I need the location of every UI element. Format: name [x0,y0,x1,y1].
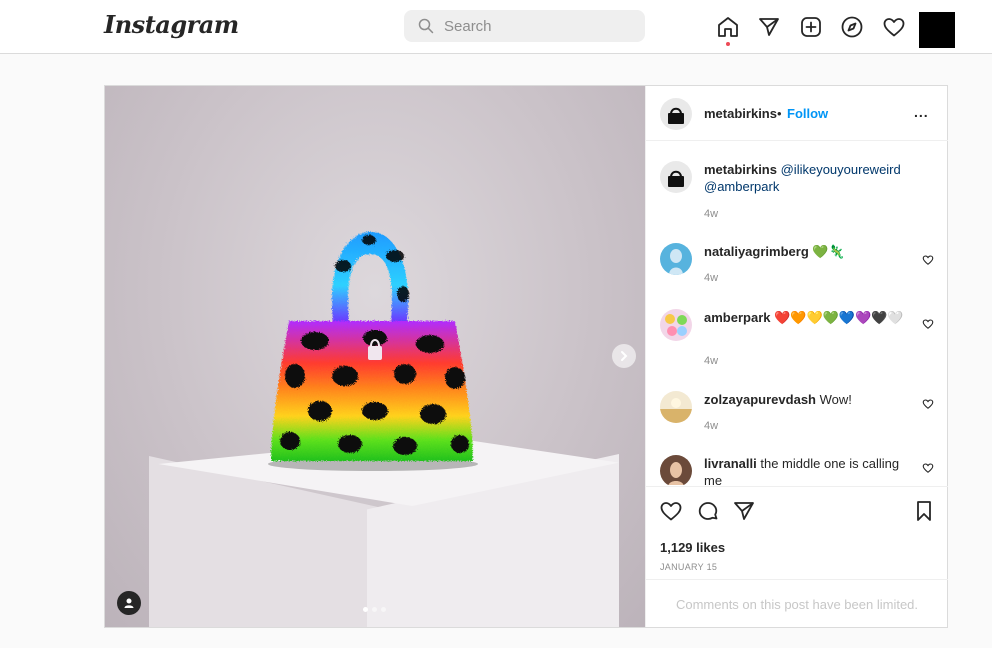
comments-limited-notice: Comments on this post have been limited. [646,579,948,629]
comment-username[interactable]: zolzayapurevdash [704,392,816,407]
comment-username[interactable]: nataliyagrimberg [704,244,809,259]
commenter-avatar[interactable] [660,243,692,275]
comment-time: 4w [704,420,719,432]
search-box[interactable] [404,10,645,42]
comment-icon[interactable] [696,499,720,523]
carousel-dot [363,607,368,612]
header-separator: • [777,106,782,121]
caption-avatar[interactable] [660,161,692,193]
comment-username[interactable]: livranalli [704,456,757,471]
caption-username[interactable]: metabirkins [704,162,777,177]
author-username[interactable]: metabirkins [704,106,777,121]
comment-text: amberpark ❤️🧡💛💚💙💜🖤🤍 [704,309,904,326]
post-card: metabirkins • Follow ... metabirkins @il… [104,85,948,628]
comment-text: nataliyagrimberg 💚🦎 [704,243,904,260]
instagram-logo[interactable]: Instagram [104,10,239,39]
like-comment-icon[interactable] [922,318,934,330]
like-icon[interactable] [659,499,683,523]
commenter-avatar[interactable] [660,455,692,485]
comment-body: ❤️🧡💛💚💙💜🖤🤍 [774,310,904,325]
top-navigation: Instagram [0,0,992,54]
like-comment-icon[interactable] [922,398,934,410]
save-bookmark-icon[interactable] [912,499,936,523]
tagged-users-button[interactable] [117,591,141,615]
author-avatar[interactable] [660,98,692,130]
explore-icon[interactable] [840,15,864,39]
carousel-next-button[interactable] [612,344,636,368]
post-media[interactable] [105,86,645,627]
caption-time: 4w [704,208,719,220]
comment-body: 💚🦎 [812,244,845,259]
comment-text: zolzayapurevdash Wow! [704,391,904,408]
active-indicator [726,42,730,46]
like-comment-icon[interactable] [922,254,934,266]
mention-link[interactable]: @amberpark [704,179,779,194]
search-input[interactable] [442,16,626,36]
post-header: metabirkins • Follow ... [646,86,948,141]
fur-bag-image [268,231,478,471]
caption-text: metabirkins @ilikeyouyoureweird @amberpa… [704,161,904,195]
mention-link[interactable]: @ilikeyouyoureweird [781,162,901,177]
carousel-indicator [363,607,386,612]
carousel-dot [372,607,377,612]
post-actions: 1,129 likes JANUARY 15 Comments on this … [646,486,948,628]
like-comment-icon[interactable] [922,462,934,474]
share-icon[interactable] [732,499,756,523]
post-sidebar: metabirkins • Follow ... metabirkins @il… [645,86,948,627]
new-post-icon[interactable] [799,15,823,39]
like-count[interactable]: 1,129 likes [660,540,725,555]
comment-text: livranalli the middle one is calling me [704,455,904,485]
direct-icon[interactable] [757,15,781,39]
follow-button[interactable]: Follow [787,106,828,121]
commenter-avatar[interactable] [660,309,692,341]
commenter-avatar[interactable] [660,391,692,423]
carousel-dot [381,607,386,612]
post-date[interactable]: JANUARY 15 [660,562,717,572]
comment-username[interactable]: amberpark [704,310,770,325]
comments-list[interactable]: metabirkins @ilikeyouyoureweird @amberpa… [646,141,948,485]
chevron-right-icon [621,351,628,361]
activity-icon[interactable] [882,15,906,39]
comment-body: Wow! [819,392,852,407]
comment-time: 4w [704,355,719,367]
comment-time: 4w [704,272,719,284]
more-options-button[interactable]: ... [914,104,929,120]
home-icon[interactable] [716,15,740,39]
profile-avatar[interactable] [919,12,955,48]
search-icon [418,18,434,34]
user-icon [124,598,134,608]
